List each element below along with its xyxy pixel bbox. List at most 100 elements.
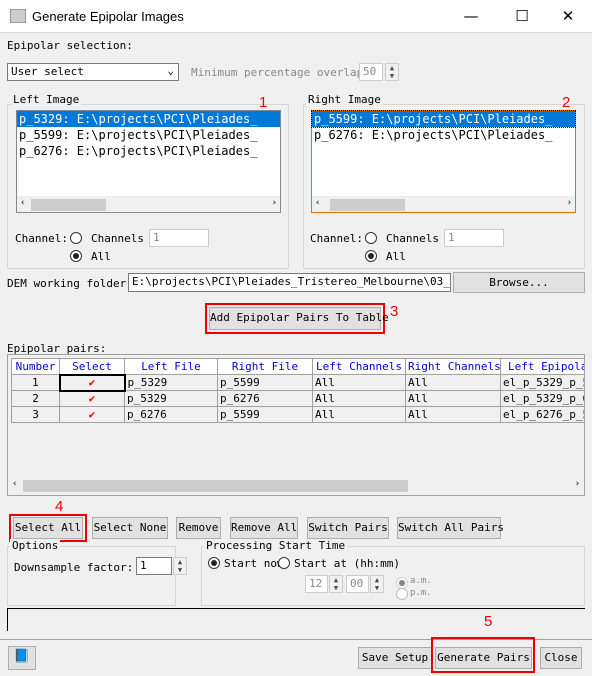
right-image-title: Right Image — [306, 93, 383, 106]
minute-input[interactable]: 00 — [346, 575, 369, 593]
row-number: 1 — [11, 374, 60, 391]
right-channels-label: Channels — [386, 232, 439, 245]
processing-title: Processing Start Time — [204, 539, 348, 552]
epipolar-selection-dropdown[interactable]: User select ⌄ — [7, 63, 179, 81]
select-none-button[interactable]: Select None — [92, 517, 168, 539]
column-header[interactable]: Select — [59, 358, 125, 375]
select-checkmark[interactable]: ✔ — [59, 406, 125, 423]
dem-folder-input[interactable]: E:\projects\PCI\Pleiades_Tristereo_Melbo… — [128, 273, 451, 292]
select-checkmark[interactable]: ✔ — [59, 390, 125, 407]
hour-input[interactable]: 12 — [305, 575, 328, 593]
table-cell: All — [405, 390, 501, 407]
start-at-label: Start at (hh:mm) — [294, 557, 400, 570]
help-icon[interactable]: 📘 — [8, 646, 36, 670]
left-all-label: All — [91, 250, 111, 263]
maximize-button[interactable]: ☐ — [507, 4, 537, 28]
row-number: 3 — [11, 406, 60, 423]
list-item[interactable]: p_6276: E:\projects\PCI\Pleiades_ — [312, 127, 575, 143]
column-header[interactable]: Left Channels — [312, 358, 406, 375]
table-row[interactable]: 3✔p_6276p_5599AllAllel_p_6276_p_5599 — [11, 406, 584, 423]
status-bar — [7, 608, 585, 631]
close-window-button[interactable]: ✕ — [553, 4, 583, 28]
right-all-radio[interactable] — [365, 250, 377, 262]
epipolar-pairs-table[interactable]: Number Select Left File Right File Left Chan… — [7, 354, 585, 496]
table-cell: All — [312, 374, 406, 391]
table-cell: All — [312, 390, 406, 407]
minimize-button[interactable]: — — [456, 4, 486, 28]
epipolar-selection-label: Epipolar selection: — [7, 39, 133, 52]
right-channels-input[interactable]: 1 — [444, 229, 504, 247]
horizontal-scrollbar[interactable]: ‹ › — [312, 196, 575, 212]
table-cell: el_p_6276_p_5599 — [500, 406, 584, 423]
table-cell: p_6276 — [217, 390, 313, 407]
list-item[interactable]: p_5329: E:\projects\PCI\Pleiades_ — [17, 111, 280, 127]
window-title: Generate Epipolar Images — [32, 9, 184, 24]
hour-spinner[interactable]: ▲ ▼ — [329, 575, 343, 593]
dem-folder-label: DEM working folder: — [7, 277, 133, 290]
table-cell: p_5599 — [217, 374, 313, 391]
browse-button[interactable]: Browse... — [453, 272, 585, 293]
left-all-radio[interactable] — [70, 250, 82, 262]
remove-button[interactable]: Remove — [176, 517, 221, 539]
list-item[interactable]: p_5599: E:\projects\PCI\Pleiades_ — [311, 110, 576, 128]
overlap-input[interactable]: 50 — [359, 63, 383, 81]
overlap-spinner[interactable]: ▲ ▼ — [385, 63, 399, 81]
annotation-3: 3 — [390, 303, 399, 320]
left-channels-radio[interactable] — [70, 232, 82, 244]
table-cell: All — [312, 406, 406, 423]
minute-spinner[interactable]: ▲ ▼ — [370, 575, 384, 593]
annotation-4: 4 — [55, 498, 64, 515]
start-now-radio[interactable] — [208, 557, 220, 569]
chevron-down-icon: ⌄ — [167, 64, 174, 77]
table-cell: el_p_5329_p_6276 — [500, 390, 584, 407]
list-item[interactable]: p_6276: E:\projects\PCI\Pleiades_ — [17, 143, 280, 159]
horizontal-scrollbar[interactable]: ‹ › — [17, 196, 280, 212]
table-cell: p_5329 — [124, 374, 218, 391]
close-button[interactable]: Close — [540, 647, 582, 669]
column-header[interactable]: Right Channels — [405, 358, 501, 375]
add-epipolar-pairs-button[interactable]: Add Epipolar Pairs To Table — [209, 307, 389, 330]
table-cell: p_6276 — [124, 406, 218, 423]
generate-pairs-button[interactable]: Generate Pairs — [435, 647, 532, 669]
pm-radio[interactable] — [396, 588, 408, 600]
left-image-title: Left Image — [11, 93, 82, 106]
right-image-list[interactable]: p_5599: E:\projects\PCI\Pleiades_ p_6276… — [311, 110, 576, 213]
left-channels-input[interactable]: 1 — [149, 229, 209, 247]
table-horizontal-scrollbar[interactable]: ‹ › — [9, 477, 583, 493]
left-channel-label: Channel: — [15, 232, 68, 245]
processing-group — [201, 546, 585, 606]
downsample-spinner[interactable]: ▲ ▼ — [173, 557, 187, 575]
options-title: Options — [10, 539, 61, 552]
table-cell: All — [405, 374, 501, 391]
switch-pairs-button[interactable]: Switch Pairs — [307, 517, 389, 539]
select-all-button[interactable]: Select All — [13, 517, 83, 539]
save-setup-button[interactable]: Save Setup — [358, 647, 432, 669]
downsample-input[interactable]: 1 — [136, 557, 172, 575]
annotation-5: 5 — [484, 613, 493, 630]
column-header[interactable]: Left File — [124, 358, 218, 375]
switch-all-pairs-button[interactable]: Switch All Pairs — [397, 517, 504, 539]
table-row[interactable]: 1✔p_5329p_5599AllAllel_p_5329_p_5599 — [11, 373, 584, 392]
table-cell: p_5329 — [124, 390, 218, 407]
table-cell: p_5599 — [217, 406, 313, 423]
pm-label: p.m. — [410, 588, 432, 598]
table-row[interactable]: 2✔p_5329p_6276AllAllel_p_5329_p_6276 — [11, 390, 584, 407]
start-now-label: Start now — [224, 557, 284, 570]
am-label: a.m. — [410, 576, 432, 586]
select-checkmark[interactable]: ✔ — [58, 373, 126, 392]
column-header[interactable]: Left Epipolar — [500, 358, 584, 375]
column-header[interactable]: Right File — [217, 358, 313, 375]
app-icon — [10, 9, 26, 23]
start-at-radio[interactable] — [278, 557, 290, 569]
right-channels-radio[interactable] — [365, 232, 377, 244]
column-header[interactable]: Number — [11, 358, 60, 375]
remove-all-button[interactable]: Remove All — [230, 517, 298, 539]
list-item[interactable]: p_5599: E:\projects\PCI\Pleiades_ — [17, 127, 280, 143]
title-bar: Generate Epipolar Images — ☐ ✕ — [0, 0, 592, 33]
right-channel-label: Channel: — [310, 232, 363, 245]
table-cell: el_p_5329_p_5599 — [500, 374, 584, 391]
options-group — [7, 546, 176, 606]
left-channels-label: Channels — [91, 232, 144, 245]
left-image-list[interactable]: p_5329: E:\projects\PCI\Pleiades_ p_5599… — [16, 110, 281, 213]
annotation-2: 2 — [562, 94, 571, 111]
